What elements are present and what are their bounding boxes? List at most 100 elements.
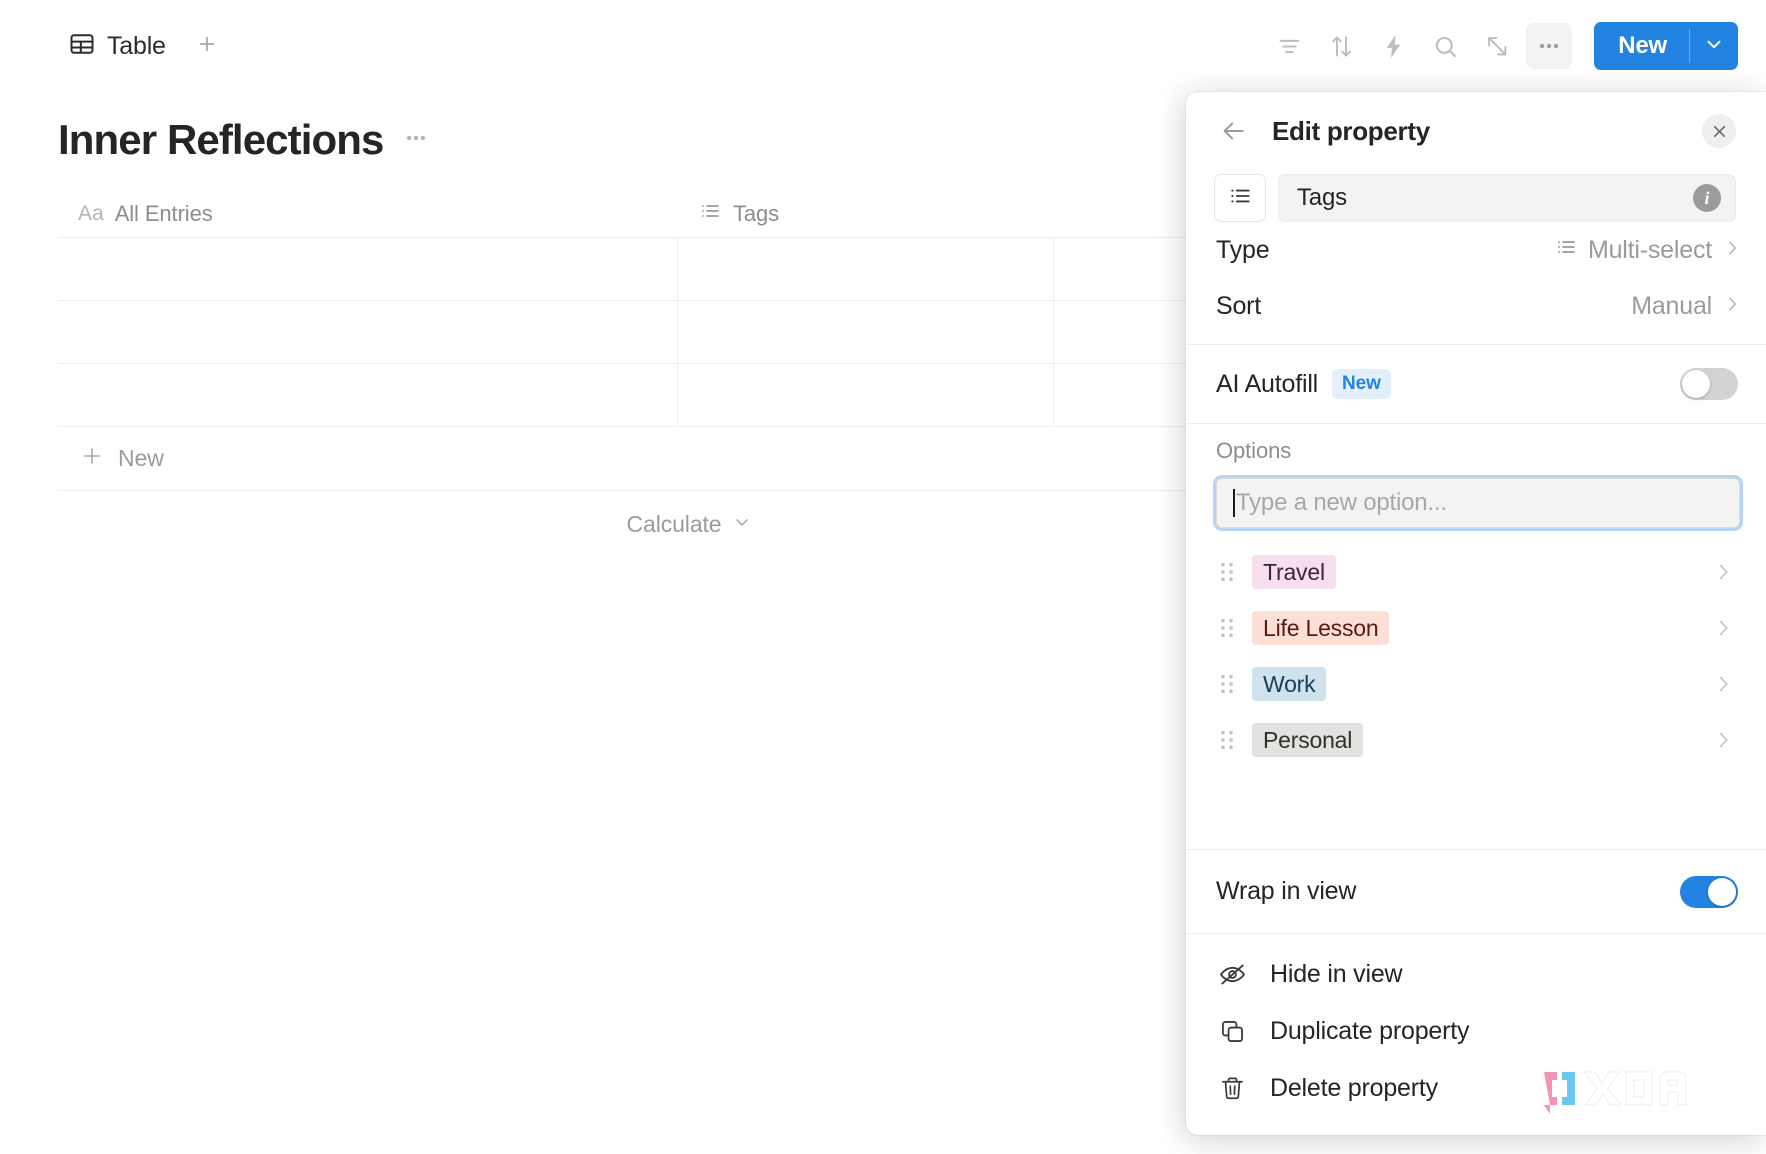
table-new-row-label: New (118, 445, 164, 471)
cell-all-entries[interactable] (58, 364, 678, 427)
chevron-down-icon (1703, 33, 1725, 60)
new-button[interactable]: New (1594, 22, 1689, 70)
chevron-right-icon[interactable] (1712, 729, 1740, 751)
property-type-row[interactable]: Type Multi-select (1186, 222, 1766, 278)
page-title: Inner Reflections (58, 116, 384, 163)
ai-autofill-label: AI Autofill (1216, 369, 1319, 398)
sort-icon[interactable] (1318, 23, 1364, 69)
option-chip: Work (1252, 667, 1327, 701)
options-section: Options Type a new option... (1186, 424, 1766, 528)
drag-handle-icon[interactable] (1214, 672, 1240, 696)
option-item-personal[interactable]: Personal (1214, 712, 1740, 768)
chevron-right-icon[interactable] (1712, 561, 1740, 583)
wrap-in-view-label: Wrap in view (1216, 877, 1357, 905)
page-title-more-button[interactable] (399, 117, 433, 164)
cell-all-entries[interactable] (58, 301, 678, 364)
new-option-placeholder: Type a new option... (1236, 489, 1447, 516)
close-icon[interactable] (1702, 114, 1736, 148)
column-header-all-entries[interactable]: Aa All Entries (58, 190, 678, 238)
chevron-right-icon[interactable] (1712, 673, 1740, 695)
expand-icon[interactable] (1474, 23, 1520, 69)
arrow-left-icon[interactable] (1214, 111, 1254, 151)
chevron-right-icon[interactable] (1712, 617, 1740, 639)
drag-handle-icon[interactable] (1214, 560, 1240, 584)
table-new-row-button[interactable]: New (58, 427, 1320, 491)
property-type-value: Multi-select (1587, 235, 1712, 264)
wrap-in-view-row: Wrap in view (1186, 849, 1766, 933)
cell-tags[interactable] (678, 364, 1054, 427)
add-view-button[interactable] (188, 27, 226, 65)
drag-handle-icon[interactable] (1214, 616, 1240, 640)
options-label: Options (1216, 438, 1292, 463)
property-name-row: i (1186, 174, 1766, 222)
multi-select-icon (1554, 235, 1578, 266)
new-option-input[interactable]: Type a new option... (1216, 478, 1740, 528)
filter-icon[interactable] (1266, 23, 1312, 69)
info-icon[interactable]: i (1693, 184, 1721, 212)
chevron-right-icon (1722, 236, 1742, 265)
view-tab-label: Table (107, 31, 166, 60)
ai-autofill-new-badge: New (1332, 369, 1391, 399)
property-type-icon-button[interactable] (1214, 174, 1266, 222)
plus-icon (195, 32, 219, 61)
table-row[interactable] (58, 238, 1320, 301)
wrap-in-view-toggle[interactable] (1680, 875, 1738, 908)
column-header-label: Tags (733, 200, 780, 226)
app-root: Table New Inner Reflections Aa All Entri… (0, 0, 1766, 1154)
text-aa-icon: Aa (78, 201, 104, 225)
calculate-label: Calculate (626, 510, 722, 537)
cell-all-entries[interactable] (58, 238, 678, 301)
table-icon (68, 30, 96, 63)
ai-autofill-toggle[interactable] (1680, 368, 1738, 400)
column-header-tags[interactable]: Tags (678, 190, 1078, 238)
automation-icon[interactable] (1370, 23, 1416, 69)
property-type-value-group: Multi-select (1554, 235, 1742, 266)
view-tab-table[interactable]: Table (58, 24, 176, 69)
search-icon[interactable] (1422, 23, 1468, 69)
panel-title: Edit property (1272, 115, 1430, 146)
toggle-knob (1708, 877, 1736, 906)
toggle-knob (1682, 370, 1710, 398)
eye-off-icon (1216, 959, 1248, 991)
property-sort-value-group: Manual (1631, 292, 1742, 321)
ellipsis-icon (403, 125, 429, 156)
new-button-group: New (1594, 22, 1738, 70)
new-button-caret[interactable] (1690, 22, 1738, 70)
chevron-right-icon (1722, 292, 1742, 321)
more-icon[interactable] (1526, 23, 1573, 69)
option-item-travel[interactable]: Travel (1214, 544, 1740, 600)
menu-item-hide-in-view[interactable]: Hide in view (1186, 946, 1766, 1003)
panel-header: Edit property (1186, 92, 1766, 170)
option-item-life-lesson[interactable]: Life Lesson (1214, 600, 1740, 656)
cell-tags[interactable] (678, 301, 1054, 364)
property-sort-value: Manual (1631, 291, 1712, 320)
drag-handle-icon[interactable] (1214, 728, 1240, 752)
panel-menu: Hide in view Duplicate property Delete p… (1186, 933, 1766, 1135)
table-row[interactable] (58, 364, 1320, 427)
database-table: Aa All Entries Tags New Calculate (58, 190, 1320, 557)
menu-item-label: Duplicate property (1270, 1017, 1470, 1045)
option-chip: Life Lesson (1252, 611, 1390, 645)
menu-item-duplicate-property[interactable]: Duplicate property (1186, 1003, 1766, 1060)
multi-select-icon (698, 199, 722, 228)
option-item-work[interactable]: Work (1214, 656, 1740, 712)
option-chip: Travel (1252, 555, 1336, 589)
trash-icon (1216, 1073, 1248, 1105)
property-name-field[interactable]: i (1278, 174, 1736, 222)
cell-tags[interactable] (678, 238, 1054, 301)
chevron-down-icon (732, 512, 752, 537)
table-header-row: Aa All Entries Tags (58, 190, 1320, 238)
calculate-button[interactable]: Calculate (58, 491, 1320, 557)
view-tabs: Table (58, 24, 226, 69)
text-caret (1233, 489, 1235, 517)
menu-item-label: Hide in view (1270, 960, 1403, 988)
menu-item-delete-property[interactable]: Delete property (1186, 1060, 1766, 1117)
property-sort-row[interactable]: Sort Manual (1186, 278, 1766, 334)
table-row[interactable] (58, 301, 1320, 364)
property-name-input[interactable] (1297, 184, 1693, 212)
property-type-label: Type (1216, 235, 1270, 264)
plus-icon (80, 444, 104, 473)
edit-property-panel: Edit property i (1186, 92, 1766, 1135)
options-list: Travel Life Lesson Work Personal (1186, 528, 1766, 849)
toolbar-actions: New (1266, 22, 1738, 70)
